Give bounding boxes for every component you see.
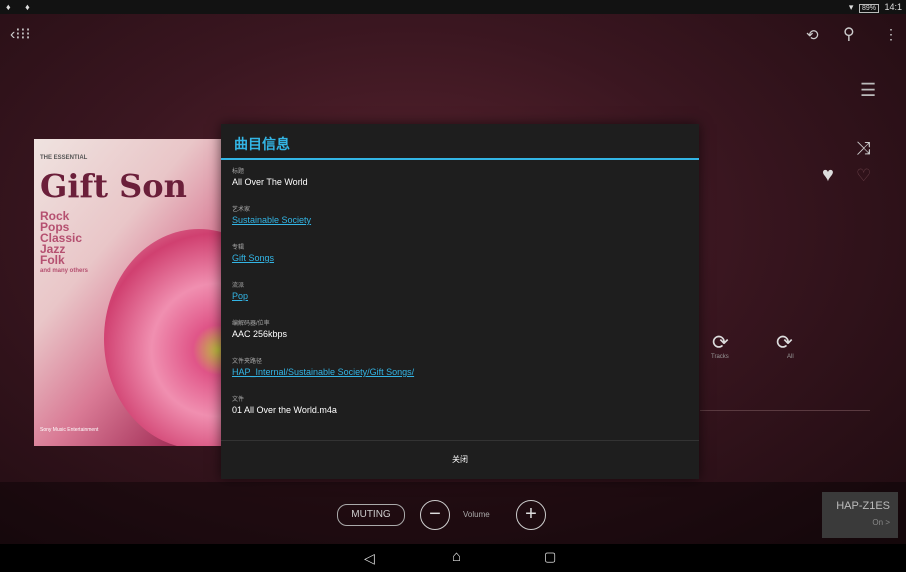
recent-apps-icon[interactable]: ▢ [544,549,556,565]
notification-icons: ♦ ♦ [6,2,36,12]
top-bar: ‹⁝⁝⁝ ⟲ ⚲ ⋮ [0,14,906,56]
field-artist: 艺术家 Sustainable Society [232,204,311,225]
field-label: 艺术家 [232,207,251,213]
field-codec: 编解码器/位率 AAC 256kbps [232,318,287,339]
sync-icon[interactable]: ⟲ [806,26,819,44]
repeat-track-icon[interactable]: ⟳ [712,330,729,355]
genre-item: Folk [40,253,65,267]
home-icon[interactable]: ⌂ [452,548,461,565]
app-main: ‹⁝⁝⁝ ⟲ ⚲ ⋮ ☰ ⤨ ♥ ♡ THE ESSENTIAL Gift So… [0,14,906,544]
field-label: 编解码器/位率 [232,321,270,327]
search-icon[interactable]: ⚲ [843,24,855,44]
album-small-title: THE ESSENTIAL [40,155,88,161]
field-value: 01 All Over the World.m4a [232,405,337,415]
field-genre: 流派 Pop [232,280,248,301]
album-brand: Sony Music Entertainment [40,427,99,433]
device-button[interactable]: HAP-Z1ES On > [822,492,898,538]
field-label: 专辑 [232,245,245,251]
back-icon[interactable]: ◁ [364,550,375,567]
repeat-all-icon[interactable]: ⟳ [776,330,793,355]
device-name: HAP-Z1ES [836,500,890,512]
dislike-heart-icon[interactable]: ♡ [856,166,871,186]
favorite-heart-icon[interactable]: ♥ [822,164,834,187]
muting-button[interactable]: MUTING [337,504,405,526]
dialog-title: 曲目信息 [234,136,290,152]
genre-more: and many others [40,268,89,274]
folder-path-link[interactable]: HAP_Internal/Sustainable Society/Gift So… [232,367,414,377]
field-label: 标题 [232,169,245,175]
field-folder-path: 文件夹路径 HAP_Internal/Sustainable Society/G… [232,356,414,377]
genre-link[interactable]: Pop [232,291,248,301]
field-value: All Over The World [232,177,308,187]
volume-down-button[interactable]: − [420,500,450,530]
field-label: 流派 [232,283,245,289]
repeat-track-label: Tracks [711,354,729,360]
track-info-dialog: 曲目信息 标题 All Over The World 艺术家 Sustainab… [221,124,699,479]
playlist-icon[interactable]: ☰ [860,80,876,101]
artist-link[interactable]: Sustainable Society [232,215,311,225]
clock: 14:1 [884,2,902,12]
repeat-all-label: All [787,354,794,360]
battery-indicator: 89% [858,4,879,13]
status-bar: ♦ ♦ ▾ 89% 14:1 [0,0,906,14]
grid-menu-icon[interactable]: ‹⁝⁝⁝ [10,24,31,44]
album-genres: Rock Pops Classic Jazz Folk and many oth… [40,210,89,277]
field-value: AAC 256kbps [232,329,288,339]
field-label: 文件 [232,397,245,403]
status-right: ▾ 89% 14:1 [849,2,902,13]
field-title: 标题 All Over The World [232,166,308,187]
volume-up-button[interactable]: + [516,500,546,530]
progress-line[interactable] [700,410,870,411]
album-link[interactable]: Gift Songs [232,253,274,263]
album-art: THE ESSENTIAL Gift Son Rock Pops Classic… [34,139,234,446]
shuffle-icon[interactable]: ⤨ [856,138,870,159]
field-label: 文件夹路径 [232,359,263,365]
navigation-bar: ◁ ⌂ ▢ [0,544,906,572]
wifi-icon: ▾ [848,2,854,12]
device-status: On > [872,518,890,527]
bottom-bar [0,482,906,544]
field-album: 专辑 Gift Songs [232,242,274,263]
overflow-menu-icon[interactable]: ⋮ [884,26,898,43]
field-file: 文件 01 All Over the World.m4a [232,394,337,415]
dialog-divider [221,158,699,160]
flower-image [104,229,234,446]
volume-label: Volume [463,510,490,519]
close-button[interactable]: 关闭 [221,441,699,479]
album-big-title: Gift Son [40,167,187,205]
